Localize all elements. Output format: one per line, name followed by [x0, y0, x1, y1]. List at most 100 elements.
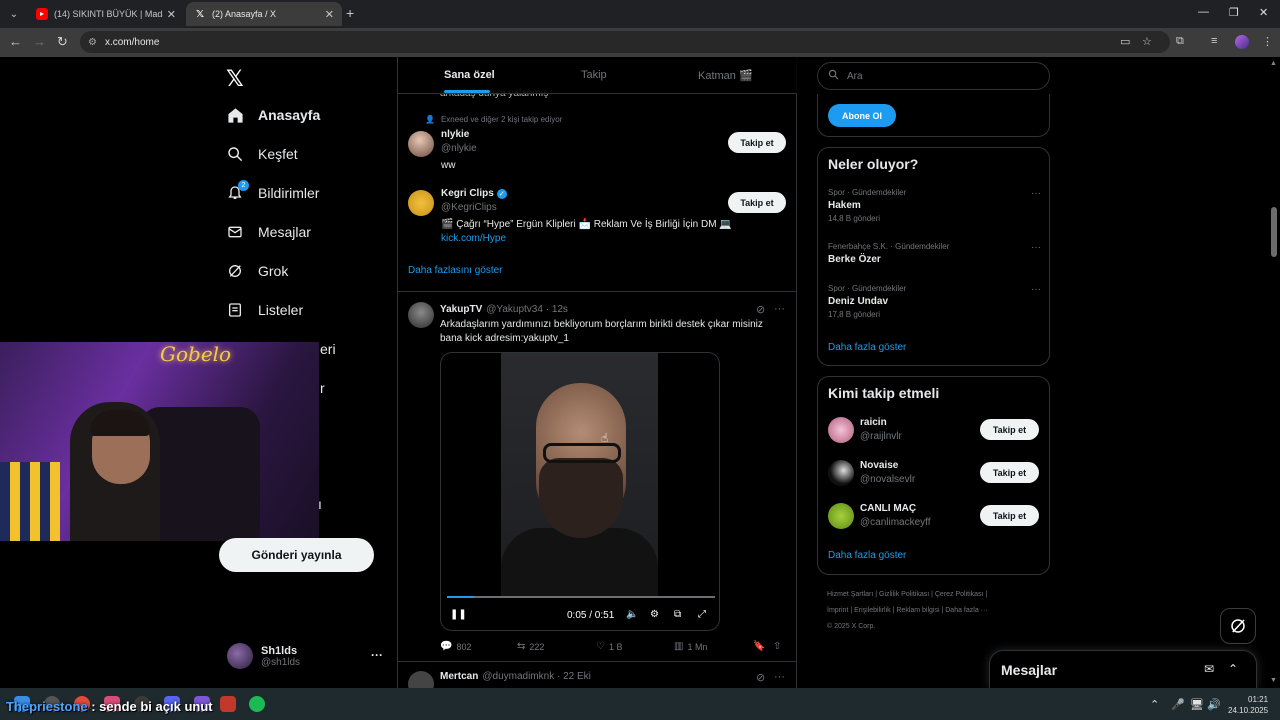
- app-icon[interactable]: [220, 696, 236, 712]
- scrollbar[interactable]: ▲ ▼: [1268, 57, 1280, 688]
- back-icon[interactable]: ←: [9, 34, 22, 49]
- video-player[interactable]: ❚❚ 0:05 / 0:51 🔈 ⚙ ⧉ ⤢: [440, 352, 720, 631]
- volume-icon[interactable]: 🔈: [626, 609, 638, 620]
- more-icon[interactable]: ···: [1031, 188, 1041, 199]
- follow-button[interactable]: Takip et: [980, 462, 1039, 483]
- browser-tab-x[interactable]: 𝕏 (2) Anasayfa / X ✕: [186, 2, 342, 26]
- pause-icon[interactable]: ❚❚: [450, 609, 467, 620]
- post-handle[interactable]: @duymadimknk: [482, 671, 554, 682]
- more-icon[interactable]: ···: [1031, 284, 1041, 295]
- bookmark-button[interactable]: 🔖: [753, 641, 769, 652]
- sidebar-item-home[interactable]: Anasayfa: [226, 106, 320, 124]
- volume-icon[interactable]: 🔊: [1207, 698, 1221, 711]
- pip-icon[interactable]: ⧉: [674, 609, 681, 620]
- taskbar: Thepriestone : sende bi açık unut ⌃ 🎤 🖥 …: [0, 688, 1280, 720]
- media-icon[interactable]: ≡: [1211, 35, 1217, 47]
- subscribe-button[interactable]: Abone Ol: [828, 104, 896, 127]
- search-input[interactable]: Ara: [817, 62, 1050, 90]
- profile-avatar[interactable]: [1235, 35, 1249, 49]
- show-more-link[interactable]: Daha fazlasını göster: [408, 265, 503, 276]
- sidebar-item-explore[interactable]: Keşfet: [226, 145, 298, 163]
- avatar[interactable]: [408, 302, 434, 328]
- scroll-up-icon[interactable]: ▲: [1270, 60, 1277, 67]
- tab-search-chevron-icon[interactable]: ⌄: [4, 4, 24, 24]
- expand-icon[interactable]: ⌃: [1228, 662, 1238, 676]
- settings-icon[interactable]: ⚙: [650, 609, 659, 620]
- who-to-follow-card: Kimi takip etmeli raicin @raijlnvlr Taki…: [817, 376, 1050, 575]
- show-more-link[interactable]: Daha fazla göster: [828, 550, 906, 561]
- bio-link[interactable]: kick.com/Hype: [441, 233, 506, 244]
- like-button[interactable]: ♡ 1 B: [596, 641, 622, 652]
- new-message-icon[interactable]: ✉: [1204, 662, 1214, 676]
- close-icon[interactable]: ✕: [167, 8, 176, 21]
- browser-tab-youtube[interactable]: (14) SIKINTI BÜYÜK | Madara O ✕: [28, 2, 184, 26]
- post-handle[interactable]: @Yakuptv34: [486, 304, 543, 315]
- system-clock[interactable]: 01:21 24.10.2025: [1228, 694, 1268, 716]
- sidebar-item-messages[interactable]: Mesajlar: [226, 223, 311, 241]
- footer-line[interactable]: Hizmet Şartları | Gizlilik Politikası | …: [827, 587, 1047, 603]
- site-info-icon[interactable]: ⚙: [88, 37, 97, 48]
- sidebar-item-clipped[interactable]: eri: [320, 341, 336, 357]
- scroll-down-icon[interactable]: ▼: [1270, 677, 1277, 684]
- post-author[interactable]: YakupTV: [440, 304, 482, 315]
- minimize-icon[interactable]: —: [1198, 6, 1209, 18]
- grok-icon[interactable]: ⊘: [756, 303, 765, 316]
- more-icon[interactable]: ···: [774, 303, 785, 315]
- more-icon[interactable]: ···: [1031, 242, 1041, 253]
- cast-icon[interactable]: ▭: [1120, 35, 1130, 48]
- post-author[interactable]: Mertcan: [440, 671, 478, 682]
- trend-item[interactable]: Fenerbahçe S.K. · Gündemdekiler Berke Öz…: [828, 242, 1041, 265]
- reply-button[interactable]: 💬 802: [440, 641, 471, 652]
- browser-menu-icon[interactable]: ⋮: [1262, 35, 1273, 48]
- post-time[interactable]: 22 Eki: [563, 671, 591, 682]
- post-button[interactable]: Gönderi yayınla: [219, 538, 374, 572]
- close-icon[interactable]: ✕: [325, 8, 334, 21]
- sidebar-item-lists[interactable]: Listeler: [226, 301, 303, 319]
- chevron-up-icon[interactable]: ⌃: [1150, 698, 1159, 711]
- fullscreen-icon[interactable]: ⤢: [698, 609, 706, 620]
- extensions-icon[interactable]: ⧉: [1176, 35, 1184, 48]
- more-icon[interactable]: ···: [774, 671, 785, 683]
- tab-community[interactable]: Katman 🎬: [698, 69, 753, 82]
- grok-icon[interactable]: ⊘: [756, 671, 765, 684]
- network-icon[interactable]: 🖥: [1190, 698, 1204, 711]
- follow-button[interactable]: Takip et: [728, 192, 786, 213]
- repost-button[interactable]: ⇆ 222: [517, 641, 544, 652]
- more-icon[interactable]: ···: [371, 648, 383, 662]
- avatar[interactable]: [408, 671, 434, 688]
- address-bar[interactable]: ⚙ x.com/home: [80, 31, 1170, 53]
- show-more-link[interactable]: Daha fazla göster: [828, 342, 906, 353]
- spotify-icon[interactable]: [249, 696, 265, 712]
- bookmark-star-icon[interactable]: ☆: [1142, 35, 1152, 48]
- window-close-icon[interactable]: ✕: [1259, 6, 1268, 19]
- sidebar-item-grok[interactable]: Grok: [226, 262, 288, 280]
- follow-button[interactable]: Takip et: [980, 419, 1039, 440]
- share-button[interactable]: ⇧: [773, 641, 785, 652]
- new-tab-icon[interactable]: +: [346, 5, 354, 21]
- grok-floating-button[interactable]: [1220, 608, 1256, 644]
- mic-icon[interactable]: 🎤: [1171, 698, 1185, 711]
- x-logo[interactable]: 𝕏: [226, 66, 244, 92]
- reload-icon[interactable]: ↻: [57, 34, 68, 50]
- tab-following[interactable]: Takip: [581, 69, 607, 81]
- forward-icon[interactable]: →: [33, 34, 46, 49]
- sidebar-item-notifications[interactable]: 2 Bildirimler: [226, 180, 319, 202]
- restore-icon[interactable]: ❐: [1229, 6, 1239, 19]
- messages-drawer[interactable]: Mesajlar ✉ ⌃: [989, 650, 1257, 688]
- follow-button[interactable]: Takip et: [728, 132, 786, 153]
- video-time: 0:05 / 0:51: [567, 610, 615, 621]
- account-switcher[interactable]: Sh1lds @sh1lds: [227, 643, 300, 669]
- video-progress-bar[interactable]: [447, 596, 715, 598]
- bell-icon: 2: [226, 180, 249, 202]
- views-button[interactable]: ▥ 1 Mn: [674, 641, 707, 652]
- trend-item[interactable]: Spor · Gündemdekiler Deniz Undav 17,8 B …: [828, 284, 1041, 319]
- tab-for-you[interactable]: Sana özel: [444, 69, 495, 81]
- scrollbar-thumb[interactable]: [1271, 207, 1277, 257]
- footer-line[interactable]: İmprint | Erişilebilirlik | Reklam bilgi…: [827, 603, 1047, 619]
- sidebar-item-clipped[interactable]: r: [320, 380, 325, 396]
- follow-button[interactable]: Takip et: [980, 505, 1039, 526]
- user-name: nlykie: [441, 129, 470, 140]
- footer-links[interactable]: Hizmet Şartları | Gizlilik Politikası | …: [827, 587, 1047, 635]
- trend-item[interactable]: Spor · Gündemdekiler Hakem 14,8 B gönder…: [828, 188, 1041, 223]
- post-time[interactable]: 12s: [552, 304, 568, 315]
